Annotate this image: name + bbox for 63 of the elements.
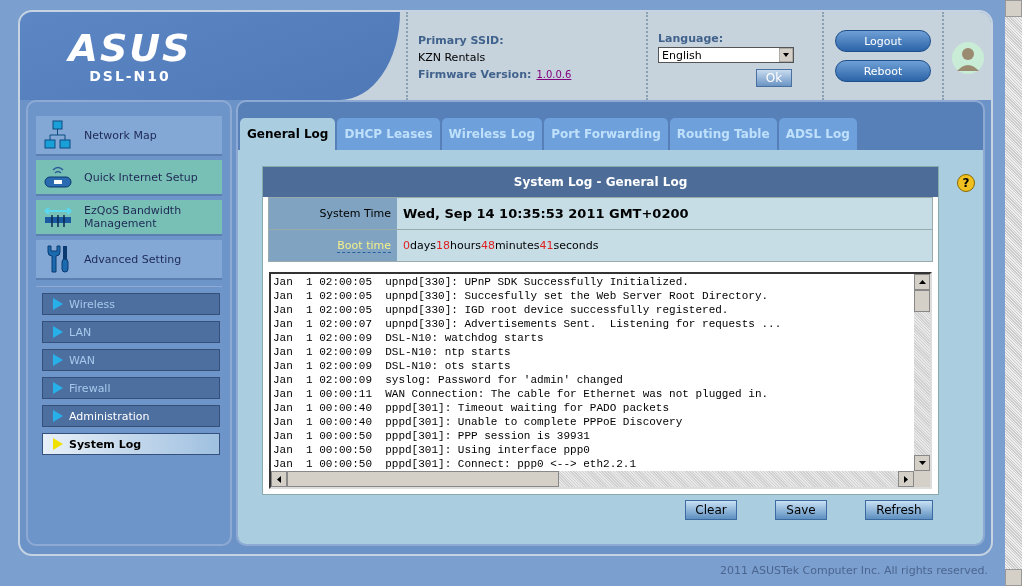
tools-icon [45, 244, 71, 274]
header-button[interactable]: Reboot [835, 60, 931, 82]
log-line: Jan 1 00:00:50 pppd[301]: Using interface ppp0 [273, 443, 591, 457]
language-label: Language: [658, 32, 725, 45]
log-line: Jan 1 00:00:50 pppd[301]: Connect: ppp0 <--> eth2.2.1 [273, 457, 638, 471]
boot-time-value: 0days18hours48minutes41seconds [403, 239, 599, 252]
log-line: Jan 1 02:00:09 DSL-N10: watchdog starts [273, 331, 545, 345]
menu-item[interactable]: EzQoS Bandwidth Management [36, 200, 222, 234]
page-scrollbar[interactable] [1005, 0, 1022, 586]
firmware-label: Firmware Version: [418, 68, 532, 81]
triangle-icon [53, 354, 63, 366]
log-line: Jan 1 00:00:50 pppd[301]: PPP session is 39931 [273, 429, 591, 443]
triangle-icon [53, 298, 63, 310]
log-textarea[interactable] [269, 272, 932, 489]
network-icon [43, 120, 73, 150]
section-title: System Log - General Log [263, 167, 938, 197]
header-button[interactable]: Logout [835, 30, 931, 52]
menu-item[interactable]: Quick Internet Setup [36, 160, 222, 194]
boot-time-label: Boot time [337, 238, 391, 253]
ssid-value: KZN Rentals [418, 51, 487, 64]
tab[interactable]: General Log [240, 118, 336, 150]
log-line: Jan 1 00:00:11 WAN Connection: The cable for Ethernet was not plugged in. [273, 387, 770, 401]
log-line: Jan 1 00:00:40 pppd[301]: Unable to complete PPPoE Discovery [273, 415, 684, 429]
field-label: System Time [269, 198, 397, 229]
menu-item[interactable]: Network Map [36, 116, 222, 154]
submenu-item[interactable]: Administration [42, 405, 220, 427]
bandwidth-icon [43, 205, 73, 229]
firmware-link[interactable]: 1.0.0.6 [536, 69, 572, 80]
scroll-thumb[interactable] [287, 471, 559, 487]
down-arrow-icon[interactable] [918, 461, 926, 465]
avatar-icon [950, 41, 985, 75]
action-button[interactable]: Save [775, 500, 827, 520]
router-icon [43, 164, 73, 190]
menu-item[interactable]: Advanced Setting [36, 240, 222, 278]
log-line: Jan 1 02:00:05 upnpd[330]: UPnP SDK Successfully Initialized. [273, 275, 690, 289]
log-line: Jan 1 02:00:05 upnpd[330]: Succesfully set the Web Server Root Directory. [273, 289, 770, 303]
scroll-thumb[interactable] [914, 290, 930, 312]
triangle-icon [53, 382, 63, 394]
right-arrow-icon[interactable] [904, 475, 908, 483]
copyright-text: 2011 ASUSTek Computer Inc. All rights reserved. [719, 564, 988, 577]
action-button[interactable]: Refresh [865, 500, 933, 520]
log-line: Jan 1 02:00:09 DSL-N10: ntp starts [273, 345, 512, 359]
ssid-label: Primary SSID: [418, 34, 505, 47]
triangle-icon [53, 410, 63, 422]
model-name: DSL-N10 [89, 68, 171, 84]
vertical-scrollbar[interactable] [914, 274, 930, 471]
log-line: Jan 1 02:00:09 DSL-N10: ots starts [273, 359, 512, 373]
system-time-value: Wed, Sep 14 10:35:53 2011 GMT+0200 [397, 198, 932, 229]
log-line: Jan 1 02:00:07 upnpd[330]: Advertisements Sent. Listening for requests ... [273, 317, 783, 331]
triangle-icon [53, 326, 63, 338]
scrollbar-corner [914, 471, 930, 487]
triangle-icon [53, 438, 63, 450]
up-arrow-icon[interactable] [918, 280, 926, 284]
submenu-item[interactable]: System Log [42, 433, 220, 455]
log-line: Jan 1 02:00:05 upnpd[330]: IGD root device successfully registered. [273, 303, 730, 317]
left-arrow-icon[interactable] [277, 475, 281, 483]
log-line: Jan 1 00:00:40 pppd[301]: Timeout waiting for PADO packets [273, 401, 671, 415]
action-button[interactable]: Clear [685, 500, 737, 520]
horizontal-scrollbar[interactable] [271, 471, 930, 487]
brand-logo: ASUS [68, 28, 192, 68]
dropdown-arrow-icon[interactable] [779, 48, 793, 62]
log-line: Jan 1 02:00:09 syslog: Password for 'admin' changed [273, 373, 624, 387]
language-select[interactable]: English [658, 47, 794, 63]
